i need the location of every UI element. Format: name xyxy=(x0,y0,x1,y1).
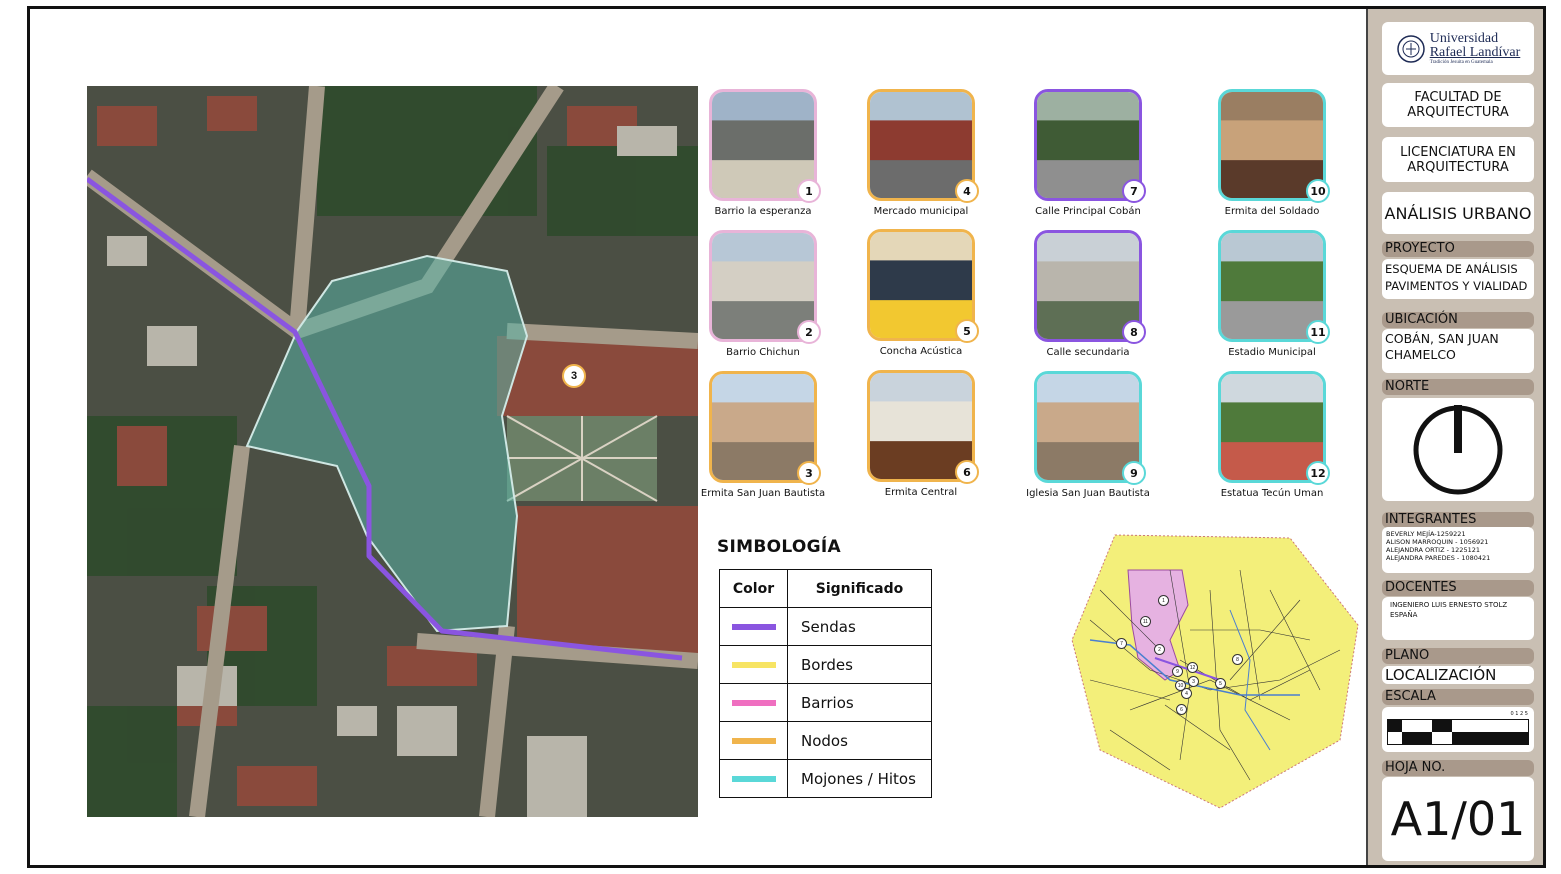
legend-title: SIMBOLOGÍA xyxy=(717,537,842,557)
degree: LICENCIATURA EN ARQUITECTURA xyxy=(1382,137,1534,182)
photo-number: 11 xyxy=(1306,320,1330,344)
photo-caption: Ermita del Soldado xyxy=(1224,206,1320,217)
photo-number: 4 xyxy=(955,179,979,203)
aerial-map xyxy=(87,86,698,817)
locator-marker: 11 xyxy=(1140,616,1151,627)
photo-number: 10 xyxy=(1306,179,1330,203)
photo-number: 7 xyxy=(1122,179,1146,203)
legend-label: Nodos xyxy=(787,721,932,760)
locator-map: 1 11 7 2 9 12 3 4 5 6 8 10 xyxy=(1070,530,1360,810)
member-1: BEVERLY MEJÍA-1259221 xyxy=(1386,530,1466,538)
photo-number: 2 xyxy=(797,320,821,344)
members-header: INTEGRANTES xyxy=(1382,512,1534,528)
legend-col-color: Color xyxy=(719,569,788,608)
legend-swatch xyxy=(719,607,788,646)
photo-caption: Calle Principal Cobán xyxy=(1035,206,1141,217)
photo-caption: Barrio Chichun xyxy=(726,347,800,358)
location-name: COBÁN, SAN JUAN CHAMELCO xyxy=(1382,329,1534,373)
sheet-number: A1/01 xyxy=(1382,777,1534,861)
locator-marker: 10 xyxy=(1175,680,1186,691)
teachers-header: DOCENTES xyxy=(1382,580,1534,596)
legend-label: Bordes xyxy=(787,645,932,684)
photo-number: 9 xyxy=(1122,461,1146,485)
map-marker: 3 xyxy=(562,364,586,388)
legend-label: Sendas xyxy=(787,607,932,646)
university-tagline: Tradición Jesuita en Guatemala xyxy=(1429,60,1493,65)
locator-marker: 3 xyxy=(1188,676,1199,687)
photo-caption: Iglesia San Juan Bautista xyxy=(1026,488,1150,499)
photo-number: 5 xyxy=(955,319,979,343)
photo-caption: Ermita San Juan Bautista xyxy=(700,488,826,499)
member-4: ALEJANDRA PAREDES - 1080421 xyxy=(1386,554,1491,563)
photo-number: 12 xyxy=(1306,461,1330,485)
north-arrow-box xyxy=(1382,398,1534,501)
legend-swatch xyxy=(719,683,788,722)
legend-table: Color Significado Sendas Bordes Barrios Nod… xyxy=(719,569,932,798)
teacher-name: INGENIERO LUIS ERNESTO STOLZ ESPAÑA xyxy=(1382,597,1534,640)
locator-marker: 1 xyxy=(1158,595,1169,606)
locator-marker: 8 xyxy=(1232,654,1243,665)
member-3: ALEJANDRA ORTIZ - 1225121 xyxy=(1386,546,1480,555)
scale-ticks: 0 1 2 5 xyxy=(1510,711,1529,717)
locator-marker: 5 xyxy=(1215,678,1226,689)
plan-header: PLANO xyxy=(1382,648,1534,664)
scale-box: 0 1 2 5 xyxy=(1382,707,1534,752)
university-name-line1: Universidad xyxy=(1429,31,1499,46)
faculty: FACULTAD DE ARQUITECTURA xyxy=(1382,83,1534,127)
members-list: BEVERLY MEJÍA-1259221 ALISON MARROQUIN -… xyxy=(1382,527,1534,573)
title-block: Universidad Rafael Landívar Tradición Je… xyxy=(1366,9,1543,865)
legend-label: Barrios xyxy=(787,683,932,722)
legend-swatch xyxy=(719,645,788,684)
scale-bar-icon xyxy=(1387,719,1529,745)
university-name-line2: Rafael Landívar xyxy=(1429,45,1521,60)
north-header: NORTE xyxy=(1382,379,1534,395)
scale-header: ESCALA xyxy=(1382,689,1534,705)
photo-caption: Estatua Tecún Uman xyxy=(1220,488,1324,499)
project-header: PROYECTO xyxy=(1382,241,1534,257)
plan-name: LOCALIZACIÓN xyxy=(1382,666,1534,684)
photo-caption: Estadio Municipal xyxy=(1228,347,1316,358)
legend-swatch xyxy=(719,721,788,760)
locator-marker: 6 xyxy=(1176,704,1187,715)
project-name: ESQUEMA DE ANÁLISIS PAVIMENTOS Y VIALIDA… xyxy=(1382,259,1534,299)
legend-row: Sendas xyxy=(719,607,932,646)
sheet-header: HOJA NO. xyxy=(1382,760,1534,776)
locator-marker: 9 xyxy=(1172,666,1183,677)
location-header: UBICACIÓN xyxy=(1382,312,1534,328)
photo-number: 6 xyxy=(955,460,979,484)
legend-row: Bordes xyxy=(719,645,932,684)
photo-caption: Concha Acústica xyxy=(879,346,963,357)
legend-label: Mojones / Hitos xyxy=(787,759,932,798)
legend-row: Barrios xyxy=(719,683,932,722)
photo-number: 8 xyxy=(1122,320,1146,344)
locator-marker: 7 xyxy=(1116,638,1127,649)
photo-caption: Mercado municipal xyxy=(873,206,969,217)
photo-caption: Barrio la esperanza xyxy=(714,206,812,217)
locator-marker: 2 xyxy=(1154,644,1165,655)
university-logo-box: Universidad Rafael Landívar Tradición Je… xyxy=(1382,22,1534,75)
university-seal-icon xyxy=(1396,34,1425,63)
legend-row: Nodos xyxy=(719,721,932,760)
photo-number: 1 xyxy=(797,179,821,203)
north-arrow-icon xyxy=(1413,404,1503,494)
photo-number: 3 xyxy=(797,461,821,485)
course-name: ANÁLISIS URBANO xyxy=(1382,192,1534,234)
locator-marker: 12 xyxy=(1187,662,1198,673)
photo-caption: Ermita Central xyxy=(884,487,958,498)
legend-row: Mojones / Hitos xyxy=(719,759,932,798)
legend-swatch xyxy=(719,759,788,798)
photo-caption: Calle secundaria xyxy=(1046,347,1130,358)
member-2: ALISON MARROQUIN - 1056921 xyxy=(1386,538,1489,547)
legend-col-meaning: Significado xyxy=(787,569,932,608)
